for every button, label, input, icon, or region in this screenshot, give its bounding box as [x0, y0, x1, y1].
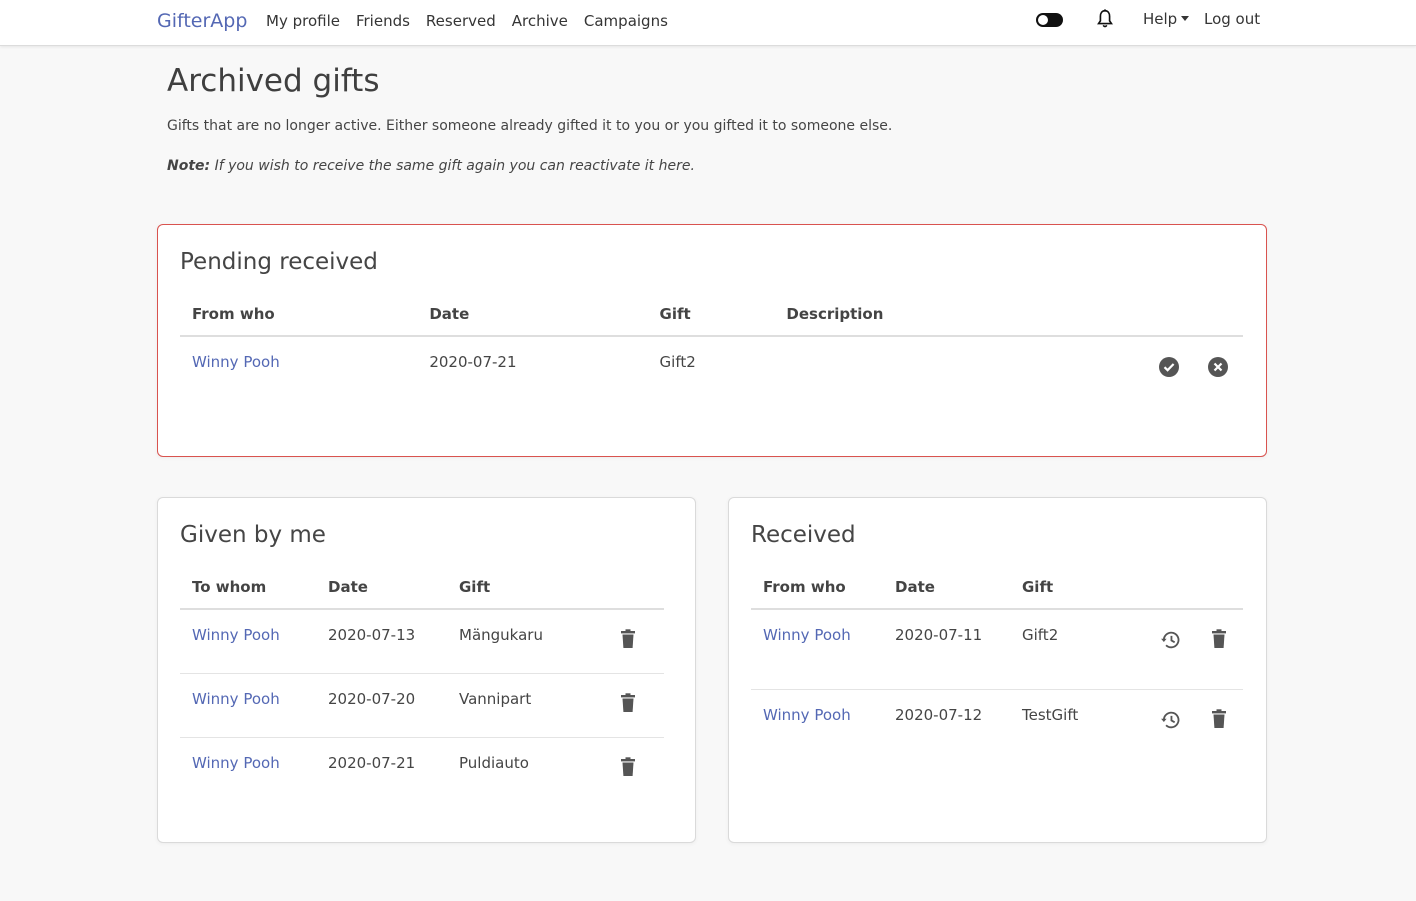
friend-link[interactable]: Winny Pooh [192, 754, 280, 772]
table-row: Winny Pooh 2020-07-13 Mängukaru [180, 609, 664, 673]
nav-campaigns[interactable]: Campaigns [584, 12, 668, 30]
date-cell: 2020-07-12 [883, 688, 1010, 769]
column-header: Gift [447, 565, 592, 610]
gift-cell: Gift2 [1022, 626, 1059, 644]
gift-cell: Gift2 [659, 353, 696, 371]
column-header: To whom [180, 565, 316, 610]
check-circle-icon[interactable] [1158, 356, 1180, 378]
date-cell: 2020-07-11 [895, 626, 983, 644]
trash-icon[interactable] [1211, 629, 1227, 649]
help-label: Help [1143, 10, 1178, 28]
description-cell [774, 336, 1144, 396]
table-row: Winny Pooh 2020-07-21 Puldiauto [180, 736, 664, 801]
nav-links: My profile Friends Reserved Archive Camp… [266, 12, 668, 30]
date-cell: 2020-07-21 [316, 736, 447, 801]
nav-my-profile[interactable]: My profile [266, 12, 340, 30]
column-header: From who [751, 565, 883, 610]
card-title: Given by me [180, 522, 326, 548]
friend-link[interactable]: Winny Pooh [192, 353, 280, 371]
received-table: From who Date Gift Winny Pooh 2020-07-11… [751, 565, 1243, 769]
trash-icon[interactable] [1211, 708, 1227, 729]
page-note: Note: If you wish to receive the same gi… [167, 158, 695, 174]
gift-cell: Vannipart [447, 672, 592, 737]
gift-cell: TestGift [1010, 688, 1147, 769]
friend-link[interactable]: Winny Pooh [192, 626, 280, 644]
card-title: Pending received [180, 249, 378, 275]
trash-icon[interactable] [620, 629, 636, 649]
column-header: Date [883, 565, 1010, 610]
brand-logo[interactable]: GifterApp [157, 10, 247, 32]
page-title: Archived gifts [167, 63, 380, 99]
friend-link[interactable]: Winny Pooh [763, 626, 851, 644]
trash-icon[interactable] [620, 692, 636, 713]
top-navbar: GifterApp My profile Friends Reserved Ar… [0, 0, 1416, 46]
page-description: Gifts that are no longer active. Either … [167, 118, 893, 134]
column-header: Gift [1010, 565, 1147, 610]
table-row: Winny Pooh 2020-07-20 Vannipart [180, 672, 664, 737]
trash-icon[interactable] [620, 756, 636, 777]
column-header: Date [417, 292, 648, 337]
bell-icon[interactable] [1094, 7, 1116, 31]
help-dropdown[interactable]: Help [1143, 10, 1190, 28]
date-cell: 2020-07-13 [328, 626, 416, 644]
column-header: From who [180, 292, 418, 337]
note-label: Note: [167, 158, 211, 174]
given-by-me-table: To whom Date Gift Winny Pooh 2020-07-13 … [180, 565, 664, 801]
nav-archive[interactable]: Archive [512, 12, 568, 30]
dark-mode-toggle[interactable] [1036, 13, 1063, 27]
table-row: Winny Pooh 2020-07-11 Gift2 [751, 609, 1243, 689]
nav-friends[interactable]: Friends [356, 12, 410, 30]
nav-reserved[interactable]: Reserved [426, 12, 496, 30]
column-header: Description [774, 292, 1145, 337]
card-title: Received [751, 522, 856, 548]
gift-cell: Mängukaru [459, 626, 543, 644]
pending-received-table: From who Date Gift Description Winny Poo… [180, 292, 1243, 396]
date-cell: 2020-07-20 [316, 672, 447, 737]
friend-link[interactable]: Winny Pooh [763, 706, 851, 724]
table-row: Winny Pooh 2020-07-21 Gift2 [180, 336, 1243, 396]
date-cell: 2020-07-21 [429, 353, 517, 371]
restore-history-icon[interactable] [1160, 629, 1182, 651]
restore-history-icon[interactable] [1160, 709, 1182, 731]
gift-cell: Puldiauto [447, 736, 592, 801]
chevron-down-icon [1181, 16, 1190, 21]
column-header: Gift [647, 292, 775, 337]
logout-link[interactable]: Log out [1204, 10, 1260, 28]
cancel-circle-icon[interactable] [1207, 356, 1229, 378]
note-text: If you wish to receive the same gift aga… [210, 158, 695, 174]
column-header: Date [316, 565, 447, 610]
friend-link[interactable]: Winny Pooh [192, 690, 280, 708]
table-row: Winny Pooh 2020-07-12 TestGift [751, 688, 1243, 769]
